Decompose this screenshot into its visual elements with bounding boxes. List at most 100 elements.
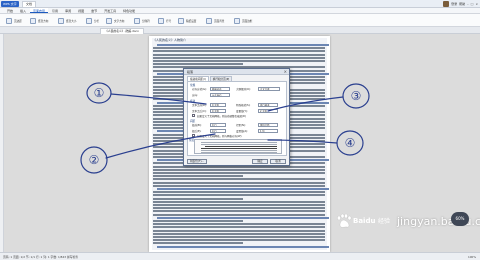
svg-text:Baidu: Baidu xyxy=(353,217,375,225)
annotation-circle-4 xyxy=(336,130,364,156)
text-line xyxy=(153,172,325,174)
text-line xyxy=(153,175,243,178)
status-text: 页码: 1 页面: 1/2 节: 1/1 行: 1 列: 1 字数: 1/843… xyxy=(3,255,79,259)
document-heading: 《人民的名义》人物简介 xyxy=(153,38,187,42)
text-line xyxy=(153,229,325,232)
document-tab-strip: 《人民的名义》-陆毅.docx xyxy=(0,27,480,34)
columns-icon xyxy=(86,17,92,24)
text-line xyxy=(153,226,325,229)
ribbon-page-background[interactable]: 页面背景 xyxy=(206,15,224,26)
annotation-circle-3 xyxy=(342,83,370,109)
menu-review[interactable]: 审阅 xyxy=(62,8,74,13)
menu-features[interactable]: 特色功能 xyxy=(120,8,138,13)
baidu-jingyan-logo: Baidu 经验 xyxy=(337,213,390,228)
ribbon-margins[interactable]: 页边距 xyxy=(6,15,22,26)
text-line xyxy=(153,191,325,194)
text-line xyxy=(153,200,325,203)
text-line xyxy=(153,184,325,187)
line-numbers-icon xyxy=(158,17,164,24)
snap-grid-label: 如果定义了文档网格，则与网格对齐(W) xyxy=(197,135,242,138)
indent-left-input[interactable]: 0 字符 xyxy=(210,103,226,107)
help-link[interactable]: 帮助 xyxy=(459,2,465,6)
text-line xyxy=(153,236,325,238)
ribbon-line-numbers[interactable]: 行号 xyxy=(158,15,171,26)
text-line xyxy=(153,210,325,213)
ribbon-paper-size[interactable]: 纸张大小 xyxy=(58,15,76,26)
maximize-icon[interactable]: □ xyxy=(471,2,474,6)
ribbon-toolbar: 页边距 纸张方向 纸张大小 分栏 文字方向 分隔符 行号 稿纸设置 页面背景 页… xyxy=(0,14,480,27)
text-line xyxy=(153,239,325,242)
file-tab[interactable]: 文档 xyxy=(22,1,37,7)
zoom-level[interactable]: 100% xyxy=(468,254,476,260)
special-label: 特殊格式(S): xyxy=(236,104,251,107)
indent-right-label: 文本之后(X): xyxy=(192,110,207,113)
app-menu-button[interactable]: WPS 文字 xyxy=(1,1,19,7)
special-select[interactable]: 首行缩进 xyxy=(258,103,278,107)
menu-section[interactable]: 章节 xyxy=(88,8,100,13)
after-label: 段后(E): xyxy=(192,130,202,133)
outline-select[interactable]: 正文文本 xyxy=(258,87,280,91)
manuscript-icon xyxy=(178,17,184,24)
text-line xyxy=(157,216,329,219)
speed-badge[interactable]: 60% xyxy=(451,212,469,226)
close-icon[interactable]: × xyxy=(475,2,478,6)
text-line xyxy=(153,204,325,206)
text-line xyxy=(157,44,329,46)
text-line xyxy=(153,242,243,245)
align-select[interactable]: 两端对齐 xyxy=(210,87,230,91)
at-input[interactable]: 1 倍 xyxy=(258,129,278,133)
dialog-close-icon[interactable]: × xyxy=(284,69,287,75)
text-line xyxy=(153,223,325,226)
minimize-icon[interactable]: – xyxy=(467,2,469,6)
tabs-button[interactable]: 制表位(T)... xyxy=(187,159,207,164)
menu-page-layout[interactable]: 页面布局 xyxy=(30,8,49,13)
text-line xyxy=(153,168,325,171)
direction-select[interactable]: 从左向右 xyxy=(210,93,230,97)
title-right-controls: 登录 帮助 – □ × xyxy=(443,1,478,7)
ribbon-page-border[interactable]: 页面边框 xyxy=(234,15,252,26)
ribbon-orientation[interactable]: 纸张方向 xyxy=(30,15,48,26)
avatar[interactable] xyxy=(443,1,450,7)
paragraph-dialog: 段落 × 缩进和间距(I) 换行和分页(P) 常规 对齐方式(G): 两端对齐 … xyxy=(183,68,290,166)
document-tab[interactable]: 《人民的名义》-陆毅.docx xyxy=(100,28,144,34)
menu-view[interactable]: 视图 xyxy=(75,8,87,13)
title-bar: WPS 文字 文档 登录 帮助 – □ × xyxy=(0,0,480,8)
direction-label: 方向: xyxy=(192,94,198,97)
dialog-title-bar[interactable]: 段落 × xyxy=(184,69,289,75)
snap-grid-checkbox[interactable] xyxy=(192,134,195,137)
annotation-label-2: ② xyxy=(89,153,100,167)
ok-button[interactable]: 确定 xyxy=(252,159,268,164)
text-line xyxy=(157,188,329,190)
dialog-body: 常规 对齐方式(G): 两端对齐 大纲级别(O): 正文文本 方向: 从左向右 … xyxy=(187,81,287,156)
text-line xyxy=(153,207,325,210)
menu-developer[interactable]: 开发工具 xyxy=(101,8,119,13)
text-line xyxy=(153,47,325,50)
ribbon-text-direction[interactable]: 文字方向 xyxy=(106,15,124,26)
at-label: 设置值(A): xyxy=(236,130,249,133)
text-line xyxy=(153,232,325,235)
text-line xyxy=(157,245,329,248)
menu-references[interactable]: 引用 xyxy=(49,8,61,13)
menu-insert[interactable]: 插入 xyxy=(17,8,29,13)
login-link[interactable]: 登录 xyxy=(451,2,457,6)
ribbon-breaks[interactable]: 分隔符 xyxy=(134,15,150,26)
auto-indent-checkbox[interactable] xyxy=(192,114,195,117)
outline-label: 大纲级别(O): xyxy=(236,88,251,91)
measure-input[interactable]: 2 字符 xyxy=(258,109,278,113)
wps-writer-window: WPS 文字 文档 登录 帮助 – □ × 开始 插入 页面布局 引用 审阅 视… xyxy=(0,0,480,260)
cancel-button[interactable]: 取消 xyxy=(270,159,286,164)
ribbon-manuscript[interactable]: 稿纸设置 xyxy=(178,15,196,26)
before-input[interactable]: 0 行 xyxy=(210,123,226,127)
after-input[interactable]: 0 行 xyxy=(210,129,226,133)
auto-indent-label: 如果定义了文档网格，则自动调整右缩进(D) xyxy=(197,115,246,118)
menu-home[interactable]: 开始 xyxy=(4,8,16,13)
before-label: 段前(B): xyxy=(192,124,202,127)
ribbon-columns[interactable]: 分栏 xyxy=(86,15,99,26)
indent-left-label: 文本之前(R): xyxy=(192,104,207,107)
indent-right-input[interactable]: 0 字符 xyxy=(210,109,226,113)
margins-icon xyxy=(6,17,12,24)
text-line xyxy=(153,56,325,59)
text-line xyxy=(153,181,325,184)
line-spacing-select[interactable]: 单倍行距 xyxy=(258,123,278,127)
annotation-circle-1 xyxy=(86,82,112,104)
